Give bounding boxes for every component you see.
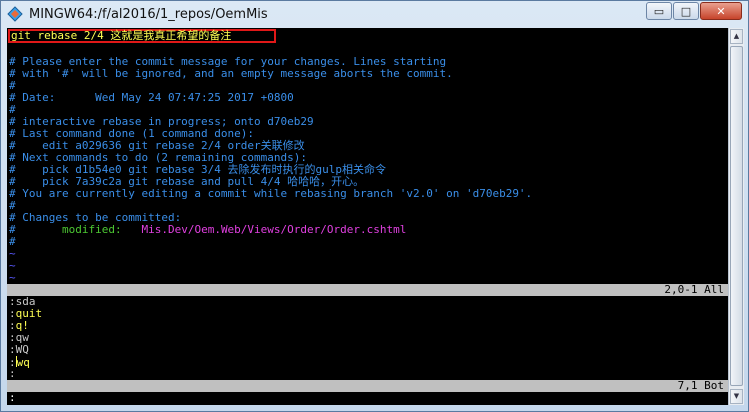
close-button[interactable]: ✕ [700,2,742,20]
command-prompt[interactable]: : [9,392,16,404]
file-status-left: /f/al2016/1_repos/OemMis/.git/COMMIT_EDI… [46,295,531,308]
cmdline-status-bar: [Command Line] [unix] (07:59 01/01/1970)… [7,379,728,404]
modified-file: Mis.Dev/Oem.Web/Views/Order/Order.cshtml [141,223,407,236]
close-icon: ✕ [716,4,726,18]
file-status-right: 2,0-1 All [664,283,724,296]
scrollbar-thumb[interactable] [730,46,743,386]
vertical-scrollbar[interactable]: ▲ ▼ [728,28,744,405]
modified-label: modified: [61,223,122,236]
vim-editor[interactable]: git rebase 2/4 这就是我真正希望的备注 # Please ente… [7,28,728,405]
terminal-window: MINGW64:/f/al2016/1_repos/OemMis ▭ □ ✕ g… [0,0,749,412]
file-status-bar: /f/al2016/1_repos/OemMis/.git/COMMIT_EDI… [7,283,728,308]
empty-line-tilde: ~ [9,271,16,284]
comment-line: # with '#' will be ignored, and an empty… [9,67,453,80]
cmdline-history-item[interactable]: : [9,368,16,380]
cmdline-status-left: [Command Line] [unix] (07:59 01/01/1970) [46,391,312,404]
window-title: MINGW64:/f/al2016/1_repos/OemMis [29,6,268,22]
title-bar[interactable]: MINGW64:/f/al2016/1_repos/OemMis ▭ □ ✕ [1,1,748,27]
scroll-up-icon[interactable]: ▲ [730,29,743,44]
scroll-down-icon[interactable]: ▼ [730,389,743,404]
cmdline-status-right: 7,1 Bot [677,379,724,392]
comment-line: # Date: Wed May 24 07:47:25 2017 +0800 [9,91,294,104]
window-controls: ▭ □ ✕ [645,2,742,20]
maximize-button[interactable]: □ [673,2,699,20]
modified-line: # modified: Mis.Dev/Oem.Web/Views/Order/… [9,224,406,236]
maximize-icon: □ [680,4,692,18]
cmdline-history-item[interactable]: :WQ [9,344,29,356]
commit-message-line[interactable]: git rebase 2/4 这就是我真正希望的备注 [8,29,276,43]
comment-line: # You are currently editing a commit whi… [9,187,533,200]
minimize-button[interactable]: ▭ [646,2,672,20]
mingw-app-icon [7,6,23,22]
minimize-icon: ▭ [653,4,665,18]
